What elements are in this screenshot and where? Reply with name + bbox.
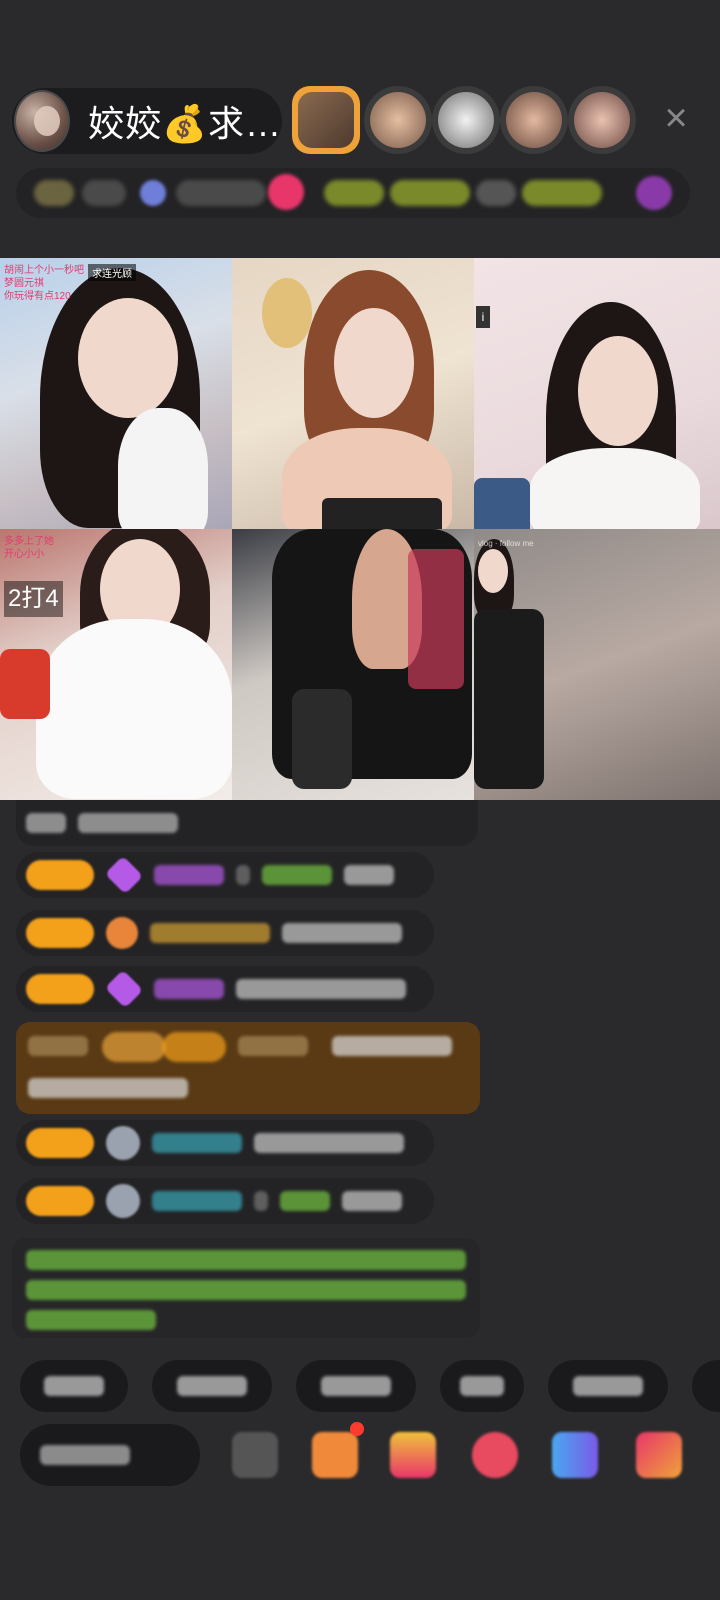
more-icon[interactable] — [636, 176, 672, 210]
gift-text — [28, 1078, 188, 1098]
username[interactable] — [152, 1191, 242, 1211]
message-icon[interactable] — [232, 1432, 278, 1478]
guest-tag: i — [476, 306, 490, 328]
top-viewer-avatar-5[interactable] — [568, 86, 636, 154]
gem-icon — [106, 1126, 140, 1160]
gift-badge — [102, 1032, 166, 1062]
chat-input-placeholder — [40, 1445, 130, 1465]
notice-text — [26, 1280, 466, 1300]
gift-box-icon[interactable] — [312, 1432, 358, 1478]
gem-icon — [140, 180, 166, 206]
guest-overlay-text: 多多上了她 开心小小 — [4, 536, 54, 560]
top-viewer-avatar-1[interactable] — [292, 86, 360, 154]
gem-icon — [104, 969, 144, 1009]
username[interactable] — [154, 979, 224, 999]
chat-message — [16, 1178, 434, 1224]
chat-text — [344, 865, 394, 885]
chat-text — [78, 813, 178, 833]
level-badge — [26, 918, 94, 948]
chat-message — [16, 800, 478, 846]
rank-badge[interactable] — [34, 180, 74, 206]
guest-overlay-text: 胡闹上个小一秒吧 梦圆元祺 你玩得有点120 — [4, 265, 84, 302]
guest-caption: vlog · follow me — [478, 539, 534, 548]
chat-input[interactable] — [20, 1424, 200, 1486]
level-badge — [26, 860, 94, 890]
gem-icon — [106, 1184, 140, 1218]
chat-message — [16, 1120, 434, 1166]
heart-icon[interactable] — [268, 174, 304, 210]
guest-video-4[interactable]: 多多上了她 开心小小 2打4 — [0, 529, 232, 800]
guest-video-6[interactable]: vlog · follow me — [474, 529, 720, 800]
heart-icon[interactable] — [472, 1432, 518, 1478]
top-viewer-avatar-3[interactable] — [432, 86, 500, 154]
chat-text — [280, 1191, 330, 1211]
pk-score-label: 2打4 — [4, 581, 63, 617]
chat-message — [16, 910, 434, 956]
username[interactable] — [262, 865, 332, 885]
quick-reply-button-1[interactable] — [20, 1360, 128, 1412]
chat-text — [254, 1191, 268, 1211]
gift-icon[interactable] — [390, 1432, 436, 1478]
username[interactable] — [238, 1036, 308, 1056]
quick-reply-button-3[interactable] — [296, 1360, 416, 1412]
chat-text — [236, 865, 250, 885]
chat-text — [26, 813, 66, 833]
more-icon[interactable] — [636, 1432, 682, 1478]
guest-video-3[interactable]: i — [474, 258, 720, 529]
notification-dot — [350, 1422, 364, 1436]
gift-text — [332, 1036, 452, 1056]
guest-video-2[interactable] — [232, 258, 474, 529]
quick-reply-button-4[interactable] — [440, 1360, 524, 1412]
username[interactable] — [150, 923, 270, 943]
rank-label — [82, 180, 126, 206]
gem-icon — [106, 917, 138, 949]
guest-badge: 求连光顾 — [88, 264, 136, 281]
chat-text — [254, 1133, 404, 1153]
username[interactable] — [152, 1133, 242, 1153]
username[interactable] — [154, 865, 224, 885]
quick-reply-button-6[interactable] — [692, 1360, 720, 1412]
chat-message — [16, 852, 434, 898]
chat-text — [342, 1191, 402, 1211]
level-badge — [26, 1128, 94, 1158]
close-icon[interactable]: × — [656, 98, 696, 138]
multi-guest-video-grid: 胡闹上个小一秒吧 梦圆元祺 你玩得有点120 求连光顾 i 多多上了她 开心小小… — [0, 258, 720, 800]
host-avatar[interactable] — [14, 90, 71, 152]
system-notice — [12, 1238, 480, 1338]
room-info-bar[interactable] — [16, 168, 690, 218]
host-info-pill[interactable]: 姣姣💰求… — [12, 88, 282, 154]
chat-text — [236, 979, 406, 999]
share-icon[interactable] — [552, 1432, 598, 1478]
gift-message — [16, 1022, 480, 1114]
top-viewer-avatar-4[interactable] — [500, 86, 568, 154]
notice-text-1 — [324, 180, 384, 206]
gem-icon — [104, 855, 144, 895]
info-text — [176, 180, 266, 206]
quick-reply-button-2[interactable] — [152, 1360, 272, 1412]
guest-video-5[interactable] — [232, 529, 474, 800]
chat-message — [16, 966, 434, 1012]
quick-reply-button-5[interactable] — [548, 1360, 668, 1412]
notice-text — [26, 1310, 156, 1330]
notice-text-4 — [522, 180, 602, 206]
chat-text — [282, 923, 402, 943]
top-viewer-avatar-2[interactable] — [364, 86, 432, 154]
notice-text-2 — [390, 180, 470, 206]
level-badge — [26, 974, 94, 1004]
guest-video-1[interactable]: 胡闹上个小一秒吧 梦圆元祺 你玩得有点120 求连光顾 — [0, 258, 232, 529]
host-name: 姣姣💰求… — [88, 103, 282, 144]
level-badge — [26, 1186, 94, 1216]
gift-sender — [28, 1036, 88, 1056]
level-badge — [162, 1032, 226, 1062]
notice-text-3 — [476, 180, 516, 206]
notice-text — [26, 1250, 466, 1270]
